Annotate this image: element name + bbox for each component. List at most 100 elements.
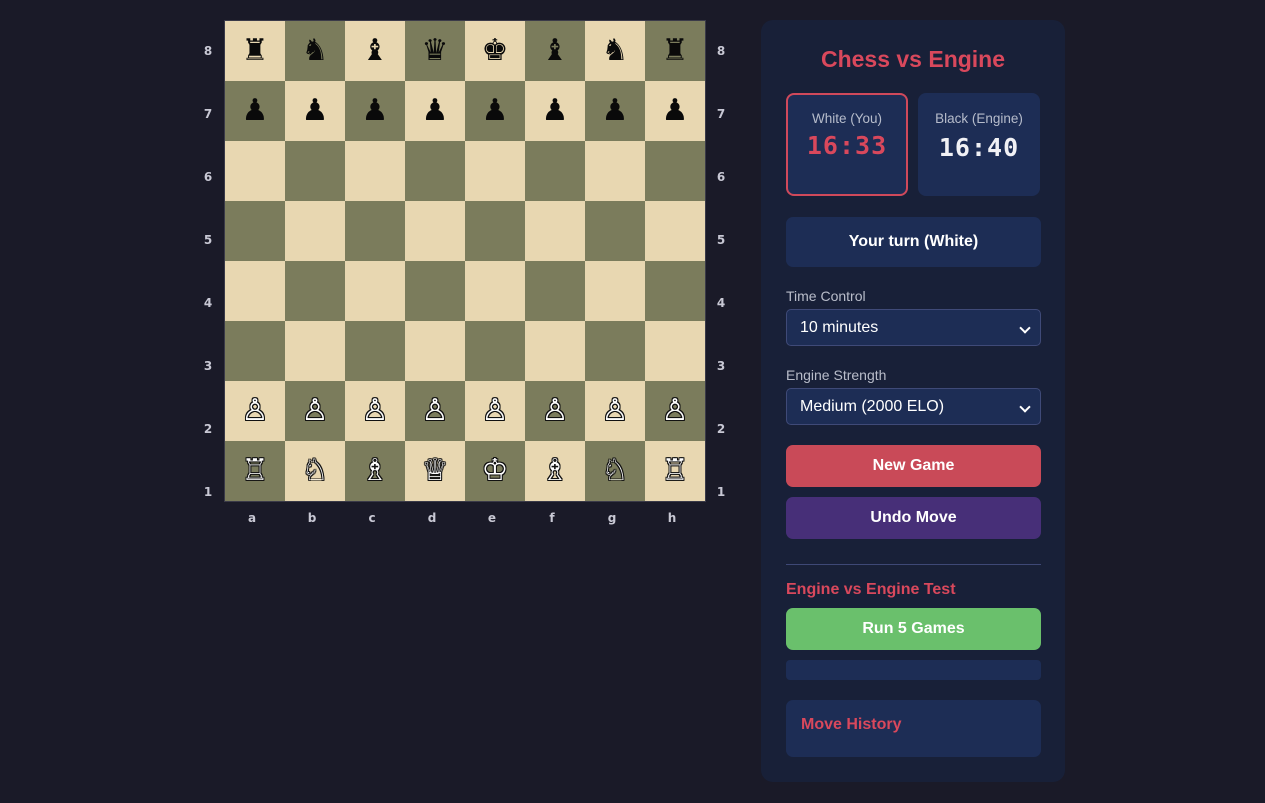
square-e1[interactable]: ♔ [465,441,525,501]
chess-piece[interactable]: ♗ [542,456,569,486]
square-g8[interactable]: ♞ [585,21,645,81]
square-b4[interactable] [285,261,345,321]
undo-move-button[interactable]: Undo Move [786,497,1041,539]
new-game-button[interactable]: New Game [786,445,1041,487]
time-control-select[interactable]: 10 minutes [786,309,1041,346]
square-f5[interactable] [525,201,585,261]
run-games-button[interactable]: Run 5 Games [786,608,1041,650]
square-b2[interactable]: ♙ [285,381,345,441]
square-a5[interactable] [225,201,285,261]
chess-piece[interactable]: ♙ [302,396,329,426]
chess-piece[interactable]: ♙ [422,396,449,426]
square-c3[interactable] [345,321,405,381]
chess-piece[interactable]: ♙ [362,396,389,426]
chess-piece[interactable]: ♚ [482,36,509,66]
square-e3[interactable] [465,321,525,381]
square-f7[interactable]: ♟ [525,81,585,141]
square-e5[interactable] [465,201,525,261]
chess-piece[interactable]: ♝ [542,36,569,66]
square-f1[interactable]: ♗ [525,441,585,501]
chess-piece[interactable]: ♛ [422,36,449,66]
chess-piece[interactable]: ♞ [602,36,629,66]
square-b7[interactable]: ♟ [285,81,345,141]
chess-piece[interactable]: ♙ [602,396,629,426]
engine-strength-select[interactable]: Medium (2000 ELO) [786,388,1041,425]
chess-piece[interactable]: ♘ [602,456,629,486]
square-d2[interactable]: ♙ [405,381,465,441]
square-g1[interactable]: ♘ [585,441,645,501]
chess-piece[interactable]: ♜ [242,36,269,66]
square-c7[interactable]: ♟ [345,81,405,141]
square-a4[interactable] [225,261,285,321]
square-e4[interactable] [465,261,525,321]
square-h3[interactable] [645,321,705,381]
chess-piece[interactable]: ♙ [662,396,689,426]
chess-piece[interactable]: ♞ [302,36,329,66]
chess-piece[interactable]: ♟ [362,96,389,126]
square-a7[interactable]: ♟ [225,81,285,141]
square-g3[interactable] [585,321,645,381]
square-h6[interactable] [645,141,705,201]
chess-piece[interactable]: ♕ [422,456,449,486]
square-d4[interactable] [405,261,465,321]
square-f8[interactable]: ♝ [525,21,585,81]
square-c1[interactable]: ♗ [345,441,405,501]
chess-piece[interactable]: ♖ [242,456,269,486]
square-h7[interactable]: ♟ [645,81,705,141]
square-d5[interactable] [405,201,465,261]
square-c5[interactable] [345,201,405,261]
chess-piece[interactable]: ♙ [482,396,509,426]
square-c8[interactable]: ♝ [345,21,405,81]
square-g4[interactable] [585,261,645,321]
square-e2[interactable]: ♙ [465,381,525,441]
square-d3[interactable] [405,321,465,381]
chess-piece[interactable]: ♙ [242,396,269,426]
chess-piece[interactable]: ♟ [602,96,629,126]
chess-piece[interactable]: ♝ [362,36,389,66]
square-h5[interactable] [645,201,705,261]
chess-piece[interactable]: ♗ [362,456,389,486]
square-b8[interactable]: ♞ [285,21,345,81]
chess-piece[interactable]: ♟ [482,96,509,126]
square-e6[interactable] [465,141,525,201]
square-a1[interactable]: ♖ [225,441,285,501]
chess-piece[interactable]: ♔ [482,456,509,486]
square-g6[interactable] [585,141,645,201]
chess-piece[interactable]: ♟ [242,96,269,126]
square-b3[interactable] [285,321,345,381]
square-a8[interactable]: ♜ [225,21,285,81]
square-f2[interactable]: ♙ [525,381,585,441]
chess-piece[interactable]: ♟ [422,96,449,126]
square-b6[interactable] [285,141,345,201]
square-h4[interactable] [645,261,705,321]
chess-piece[interactable]: ♙ [542,396,569,426]
square-f6[interactable] [525,141,585,201]
square-h8[interactable]: ♜ [645,21,705,81]
square-b5[interactable] [285,201,345,261]
square-d7[interactable]: ♟ [405,81,465,141]
chess-piece[interactable]: ♟ [662,96,689,126]
square-h1[interactable]: ♖ [645,441,705,501]
square-g7[interactable]: ♟ [585,81,645,141]
square-g5[interactable] [585,201,645,261]
square-d8[interactable]: ♛ [405,21,465,81]
square-d6[interactable] [405,141,465,201]
square-c2[interactable]: ♙ [345,381,405,441]
chess-piece[interactable]: ♜ [662,36,689,66]
square-d1[interactable]: ♕ [405,441,465,501]
square-e8[interactable]: ♚ [465,21,525,81]
square-h2[interactable]: ♙ [645,381,705,441]
chess-piece[interactable]: ♟ [302,96,329,126]
chess-piece[interactable]: ♟ [542,96,569,126]
square-g2[interactable]: ♙ [585,381,645,441]
chess-piece[interactable]: ♖ [662,456,689,486]
square-c4[interactable] [345,261,405,321]
square-f4[interactable] [525,261,585,321]
square-c6[interactable] [345,141,405,201]
square-e7[interactable]: ♟ [465,81,525,141]
square-f3[interactable] [525,321,585,381]
square-a6[interactable] [225,141,285,201]
square-a3[interactable] [225,321,285,381]
square-b1[interactable]: ♘ [285,441,345,501]
chess-piece[interactable]: ♘ [302,456,329,486]
